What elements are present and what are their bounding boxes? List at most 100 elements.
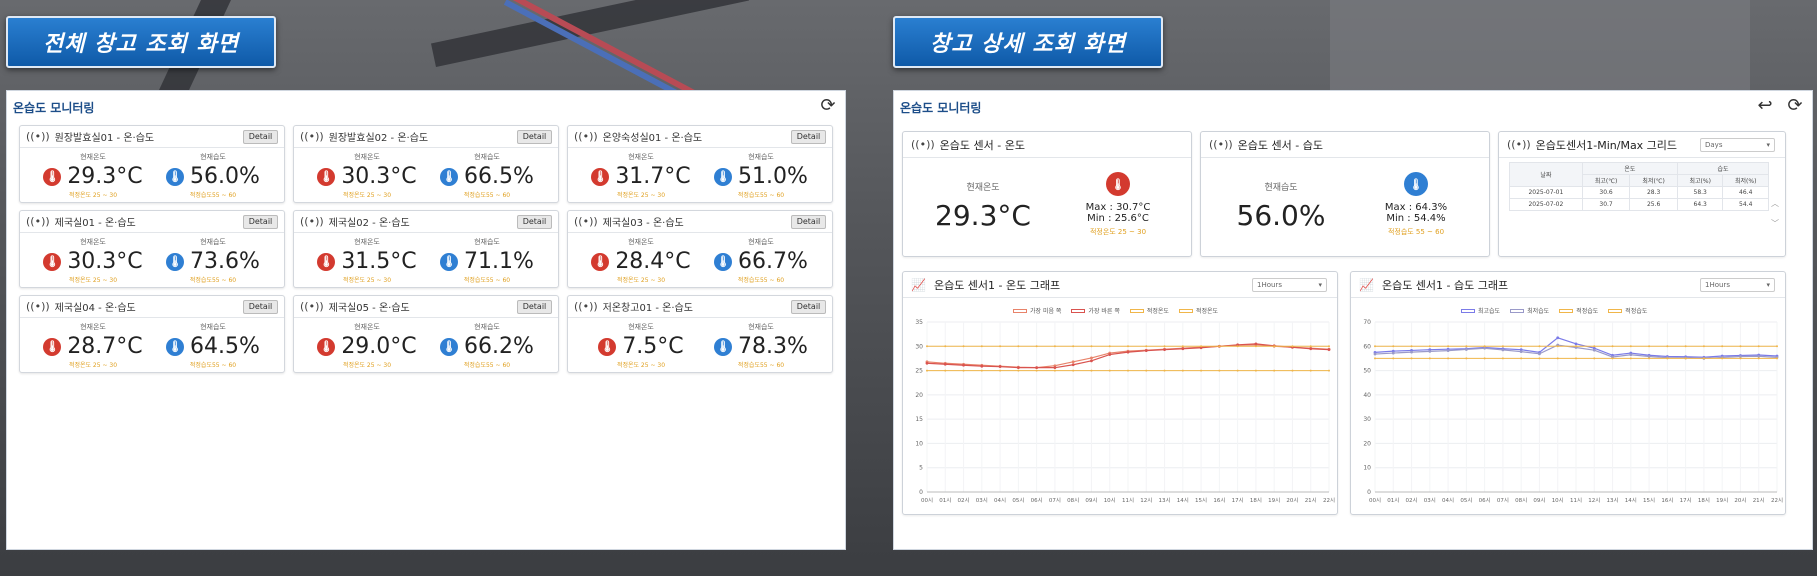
- detail-button[interactable]: Detail: [791, 215, 826, 229]
- banner-warehouse-detail: 창고 상세 조회 화면: [893, 16, 1163, 68]
- data-point: [1483, 345, 1486, 348]
- data-point: [1556, 336, 1560, 340]
- thermometer-icon: 🌡: [440, 337, 459, 356]
- y-tick-label: 30: [1363, 416, 1371, 423]
- thermometer-icon: 🌡: [714, 337, 733, 356]
- temp-range: 적정온도 25 ~ 30: [1089, 228, 1147, 236]
- temp-label: 현재온도: [628, 238, 654, 246]
- detail-button[interactable]: Detail: [243, 130, 278, 144]
- temp-range: 적정온도 25 ~ 30: [342, 192, 392, 199]
- card-title: 저온창고01 - 온·습도: [602, 303, 693, 314]
- thermometer-icon: 🌡: [714, 252, 733, 271]
- x-tick-label: 06시: [1031, 498, 1043, 504]
- sensor-wave-icon: ((•)): [26, 130, 50, 143]
- data-point: [998, 365, 1002, 369]
- thermometer-icon: 🌡: [440, 167, 459, 186]
- hum-value: 73.6%: [190, 249, 260, 274]
- x-tick-label: 22시: [1323, 498, 1335, 504]
- detail-button[interactable]: Detail: [517, 215, 552, 229]
- col-temp: 온도: [1581, 162, 1678, 175]
- period-select[interactable]: Days: [1700, 138, 1775, 152]
- data-point: [1739, 345, 1742, 348]
- data-point: [1501, 348, 1505, 352]
- data-point: [1163, 348, 1166, 352]
- detail-button[interactable]: Detail: [791, 130, 826, 144]
- sensor-wave-icon: ((•)): [911, 138, 935, 151]
- detail-button[interactable]: Detail: [791, 300, 826, 314]
- data-point: [1757, 345, 1760, 348]
- temp-range: 적정온도 25 ~ 30: [616, 192, 666, 199]
- data-point: [943, 362, 947, 366]
- x-tick-label: 12시: [1140, 498, 1152, 504]
- hum-range: 적정습도55 ~ 60: [737, 192, 785, 199]
- card-title: 원장발효실01 - 온·습도: [54, 133, 155, 144]
- detail-button[interactable]: Detail: [517, 300, 552, 314]
- thermometer-icon: 🌡: [1404, 172, 1428, 196]
- data-point: [1483, 357, 1486, 360]
- x-tick-label: 07시: [1049, 498, 1061, 504]
- x-tick-label: 14시: [1625, 498, 1637, 504]
- temp-range: 적정온도 25 ~ 30: [616, 362, 666, 369]
- card-title: 제국실01 - 온·습도: [54, 218, 136, 229]
- x-tick-label: 09시: [1533, 498, 1545, 504]
- data-point: [1309, 369, 1312, 372]
- x-tick-label: 21시: [1753, 498, 1765, 504]
- x-tick-label: 22시: [1771, 498, 1783, 504]
- thermometer-icon: 🌡: [1106, 172, 1130, 196]
- interval-select[interactable]: 1Hours: [1252, 278, 1327, 292]
- temp-label: 현재온도: [80, 323, 106, 331]
- data-point: [1016, 366, 1020, 370]
- box-title: 온습도 센서 - 습도: [1237, 138, 1323, 152]
- current-temp-label: 현재온도: [966, 183, 1000, 193]
- data-point: [1648, 357, 1651, 360]
- data-point: [1328, 345, 1330, 348]
- temp-value: 30.3°C: [341, 164, 417, 189]
- thermometer-icon: 🌡: [598, 337, 617, 356]
- x-tick-label: 02시: [1406, 498, 1418, 504]
- temp-range: 적정온도 25 ~ 30: [342, 362, 392, 369]
- card-title: 원장발효실02 - 온·습도: [328, 133, 429, 144]
- temp-value: 31.7°C: [615, 164, 691, 189]
- data-point: [1592, 348, 1596, 352]
- chart-title: 온습도 센서1 - 습도 그래프: [1381, 278, 1509, 292]
- current-temp-value: 29.3°C: [935, 199, 1031, 232]
- data-point: [1447, 357, 1450, 360]
- refresh-icon[interactable]: ⟳: [1784, 95, 1806, 117]
- data-point: [1538, 345, 1541, 348]
- panel-title: 온습도 모니터링: [13, 101, 95, 115]
- humidity-line-chart: 0 10 20 30 40 50 60 70 00시 01시 02시 03시 04시 05시 06시 07시 0…: [1363, 319, 1783, 504]
- x-tick-label: 10시: [1104, 498, 1116, 504]
- detail-button[interactable]: Detail: [517, 130, 552, 144]
- x-tick-label: 21시: [1305, 498, 1317, 504]
- data-point: [1373, 352, 1377, 356]
- temp-value: 28.7°C: [67, 334, 143, 359]
- hum-label: 현재습도: [474, 323, 500, 331]
- sensor-card: ((•)) 원장발효실02 - 온·습도 Detail 현재온도 🌡 30.3°C 적정온도…: [293, 125, 559, 203]
- detail-button[interactable]: Detail: [243, 300, 278, 314]
- cell: 2025-07-01: [1509, 186, 1583, 199]
- data-point: [1144, 349, 1148, 353]
- data-point: [1629, 357, 1632, 360]
- hum-value: 56.0%: [190, 164, 260, 189]
- back-arrow-icon[interactable]: ↩: [1754, 95, 1776, 117]
- hum-label: 현재습도: [200, 323, 226, 331]
- hum-value: 71.1%: [464, 249, 534, 274]
- x-tick-label: 19시: [1268, 498, 1280, 504]
- refresh-icon[interactable]: ⟳: [817, 95, 839, 117]
- detail-button[interactable]: Detail: [243, 215, 278, 229]
- col-temp-min: 최저(℃): [1629, 174, 1678, 187]
- data-point: [1684, 357, 1687, 360]
- x-tick-label: 12시: [1588, 498, 1600, 504]
- data-point: [1648, 345, 1651, 348]
- line-chart-icon: 📈: [911, 277, 926, 292]
- y-tick-label: 40: [1363, 392, 1371, 399]
- cell: 28.3: [1629, 186, 1678, 199]
- data-point: [1072, 369, 1075, 372]
- cell: 30.6: [1581, 186, 1631, 199]
- col-hum-min: 최저(%): [1722, 174, 1769, 187]
- x-tick-label: 07시: [1497, 498, 1509, 504]
- temp-range: 적정온도 25 ~ 30: [342, 277, 392, 284]
- interval-select[interactable]: 1Hours: [1700, 278, 1775, 292]
- scroll-arrows-icon[interactable]: ︿ ﹀: [1771, 198, 1779, 229]
- data-point: [1254, 342, 1258, 346]
